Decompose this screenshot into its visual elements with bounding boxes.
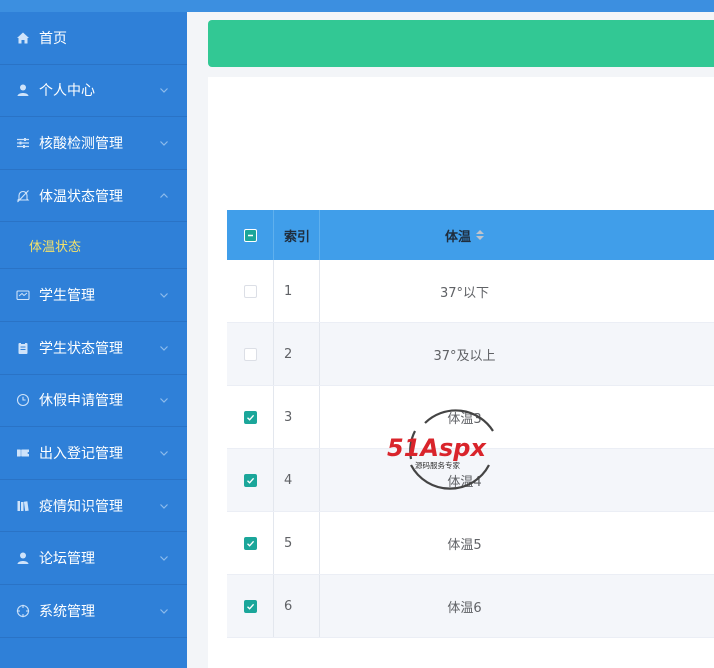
sidebar-item-epidemic-knowledge[interactable]: 疫情知识管理 [0,480,187,533]
row-checkbox-cell [227,260,274,322]
chevron-up-icon [159,189,169,199]
user-icon [16,551,30,565]
sidebar-item-label: 学生管理 [39,288,95,305]
table-row[interactable]: 5 体温5 [227,512,714,575]
header-checkbox-cell [227,210,274,260]
row-temperature: 37°及以上 [433,348,496,364]
sidebar-item-student-status[interactable]: 学生状态管理 [0,322,187,375]
chevron-down-icon [159,551,169,561]
chevron-down-icon [159,288,169,299]
clipboard-icon [16,341,30,355]
row-checkbox-cell [227,575,274,637]
row-checkbox[interactable] [243,284,257,298]
user-icon [16,83,30,97]
sidebar: 首页 个人中心 核酸检测管理 体温状态管理 体温状态 学生管理 学生状态管理 休… [0,12,187,668]
chevron-down-icon [159,499,169,509]
chevron-down-icon [159,83,169,94]
sidebar-item-label: 首页 [39,30,67,47]
sidebar-item-leave[interactable]: 休假申请管理 [0,375,187,428]
table-row[interactable]: 2 37°及以上 [227,323,714,386]
sidebar-item-students[interactable]: 学生管理 [0,269,187,322]
row-checkbox[interactable] [243,536,257,550]
card-icon [16,288,30,302]
row-checkbox[interactable] [243,599,257,613]
target-icon [16,604,30,618]
row-temperature: 37°以下 [439,285,490,301]
sidebar-item-profile[interactable]: 个人中心 [0,65,187,118]
sidebar-item-forum[interactable]: 论坛管理 [0,532,187,585]
sidebar-item-label: 休假申请管理 [39,393,123,410]
sidebar-item-label: 出入登记管理 [39,445,123,462]
sidebar-item-entry-exit[interactable]: 出入登记管理 [0,427,187,480]
watermark-tagline: 源码服务专家 [415,460,460,470]
clock-icon [16,393,30,407]
row-temperature: 体温5 [447,537,482,553]
row-checkbox[interactable] [243,473,257,487]
column-header-temperature[interactable]: 体温 [320,210,714,260]
books-icon [16,499,30,513]
sliders-icon [16,136,30,150]
sidebar-item-label: 个人中心 [39,83,95,100]
column-header-label: 体温 [444,229,471,245]
column-header-index: 索引 [274,210,320,260]
action-banner [208,20,714,67]
sidebar-item-home[interactable]: 首页 [0,12,187,65]
sidebar-item-system[interactable]: 系统管理 [0,585,187,638]
ticket-icon [16,446,30,460]
watermark-brand: 51Aspx [387,434,487,462]
sidebar-item-label: 学生状态管理 [39,340,123,357]
row-index: 1 [274,260,320,322]
chevron-down-icon [159,136,169,146]
chevron-down-icon [159,341,169,351]
row-temperature: 体温3 [447,411,482,427]
top-bar [0,0,714,12]
row-index: 5 [274,512,320,574]
row-index: 6 [274,575,320,637]
submenu-item-temperature-status[interactable]: 体温状态 [0,222,187,270]
row-temperature: 体温6 [447,600,482,616]
row-checkbox-cell [227,386,274,448]
row-index: 2 [274,323,320,385]
sidebar-item-temperature[interactable]: 体温状态管理 [0,170,187,223]
chevron-down-icon [159,393,169,404]
sort-icon[interactable] [476,230,484,240]
home-icon [16,31,30,45]
row-checkbox-cell [227,323,274,385]
bell-off-icon [16,189,30,203]
chevron-down-icon [159,604,169,614]
sidebar-item-label: 核酸检测管理 [39,135,123,152]
sidebar-item-label: 系统管理 [39,603,95,620]
submenu-item-label: 体温状态 [29,239,82,255]
table-row[interactable]: 1 37°以下 [227,260,714,323]
table-header: 索引 体温 [227,210,714,260]
row-checkbox[interactable] [243,410,257,424]
table-row[interactable]: 6 体温6 [227,575,714,638]
sidebar-item-label: 体温状态管理 [39,188,123,205]
chevron-down-icon [159,446,169,456]
select-all-checkbox[interactable] [243,228,257,242]
row-temperature: 体温4 [447,474,482,490]
sidebar-item-label: 疫情知识管理 [39,498,123,515]
sidebar-item-nucleic-test[interactable]: 核酸检测管理 [0,117,187,170]
sidebar-item-label: 论坛管理 [39,551,95,568]
row-index: 3 [274,386,320,448]
row-checkbox[interactable] [243,347,257,361]
row-index: 4 [274,449,320,511]
watermark-logo: 51Aspx 源码服务专家 [387,409,494,490]
row-checkbox-cell [227,512,274,574]
row-checkbox-cell [227,449,274,511]
